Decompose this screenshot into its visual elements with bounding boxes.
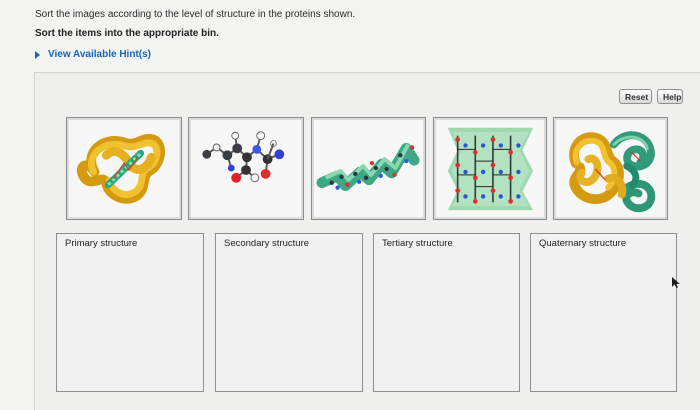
beta-sheet-image [447,127,534,211]
reset-button[interactable]: Reset [619,89,652,104]
chevron-right-icon [35,50,40,59]
bin-label: Quaternary structure [539,238,627,249]
alpha-helix-image [316,143,420,192]
protein-complex-image [569,131,656,213]
molecule-ball-stick-image [202,131,285,183]
bin-label: Secondary structure [224,238,310,249]
hint-link-label: View Available Hint(s) [48,49,151,60]
mouse-pointer-icon [672,277,680,288]
question-prompt: Sort the images according to the level o… [35,9,356,20]
draggable-image-helix-secondary[interactable] [311,117,426,220]
bin-quaternary-structure[interactable]: Quaternary structure [530,233,677,392]
bin-secondary-structure[interactable]: Secondary structure [215,233,363,392]
bin-tertiary-structure[interactable]: Tertiary structure [373,233,520,392]
draggable-image-primary-chain[interactable] [188,117,304,220]
help-button[interactable]: Help [657,89,683,104]
task-instruction: Sort the items into the appropriate bin. [35,28,219,39]
view-hints-link[interactable]: View Available Hint(s) [35,49,151,60]
draggable-image-quaternary-complex[interactable] [553,117,668,220]
draggable-image-beta-sheet[interactable] [433,117,547,220]
bin-label: Tertiary structure [382,238,453,249]
protein-ribbon-image [76,133,165,204]
draggable-image-tertiary-protein[interactable] [66,117,182,220]
bin-label: Primary structure [65,238,138,249]
bin-primary-structure[interactable]: Primary structure [56,233,204,392]
